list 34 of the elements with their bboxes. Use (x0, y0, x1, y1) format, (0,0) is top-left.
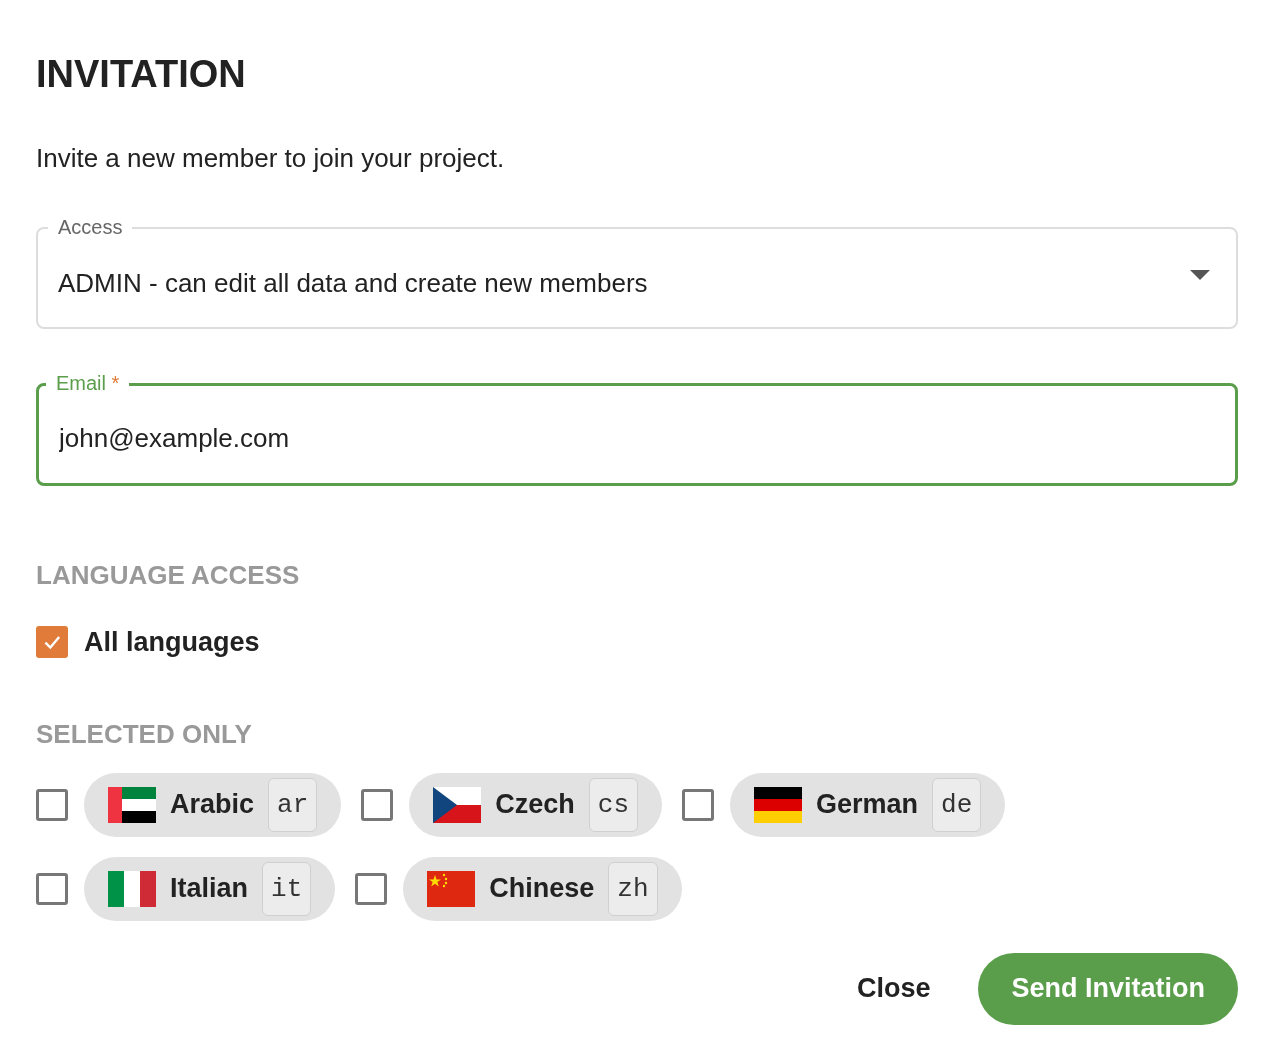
language-chip[interactable]: German de (730, 772, 1006, 837)
checkbox[interactable] (36, 872, 68, 905)
language-code: de (932, 777, 982, 832)
checkbox[interactable] (36, 626, 68, 659)
flag-icon (427, 870, 476, 907)
language-chip[interactable]: Italian it (84, 856, 336, 921)
language-name: German (816, 788, 919, 822)
language-code: ar (268, 777, 318, 832)
flag-icon (108, 786, 156, 823)
checkbox[interactable] (355, 872, 388, 905)
flag-icon (754, 786, 802, 823)
language-code: it (262, 861, 312, 916)
close-button[interactable]: Close (854, 958, 933, 1019)
language-chip[interactable]: Czech cs (409, 772, 662, 837)
caret-icon (1190, 270, 1210, 280)
language-name: Czech (495, 788, 575, 822)
language-chip[interactable]: Chinese zh (403, 856, 682, 921)
dialog-title: INVITATION (36, 52, 247, 97)
section-heading: SELECTED ONLY (36, 717, 253, 751)
flag-icon (108, 870, 156, 907)
language-name: Chinese (489, 872, 595, 906)
checkbox[interactable] (682, 788, 714, 821)
language-code: cs (588, 777, 638, 832)
section-heading: LANGUAGE ACCESS (36, 559, 301, 592)
language-name: Arabic (170, 788, 255, 822)
language-name: Italian (170, 872, 249, 906)
select-value: ADMIN - can edit all data and create new members (58, 266, 648, 300)
checkbox[interactable] (36, 788, 68, 821)
checkbox-label: All languages (84, 626, 260, 659)
dialog-description: Invite a new member to join your project. (36, 142, 506, 175)
flag-icon (433, 786, 482, 823)
language-chip[interactable]: Arabic ar (84, 772, 342, 837)
checkbox[interactable] (361, 788, 394, 821)
language-code: zh (608, 861, 658, 916)
